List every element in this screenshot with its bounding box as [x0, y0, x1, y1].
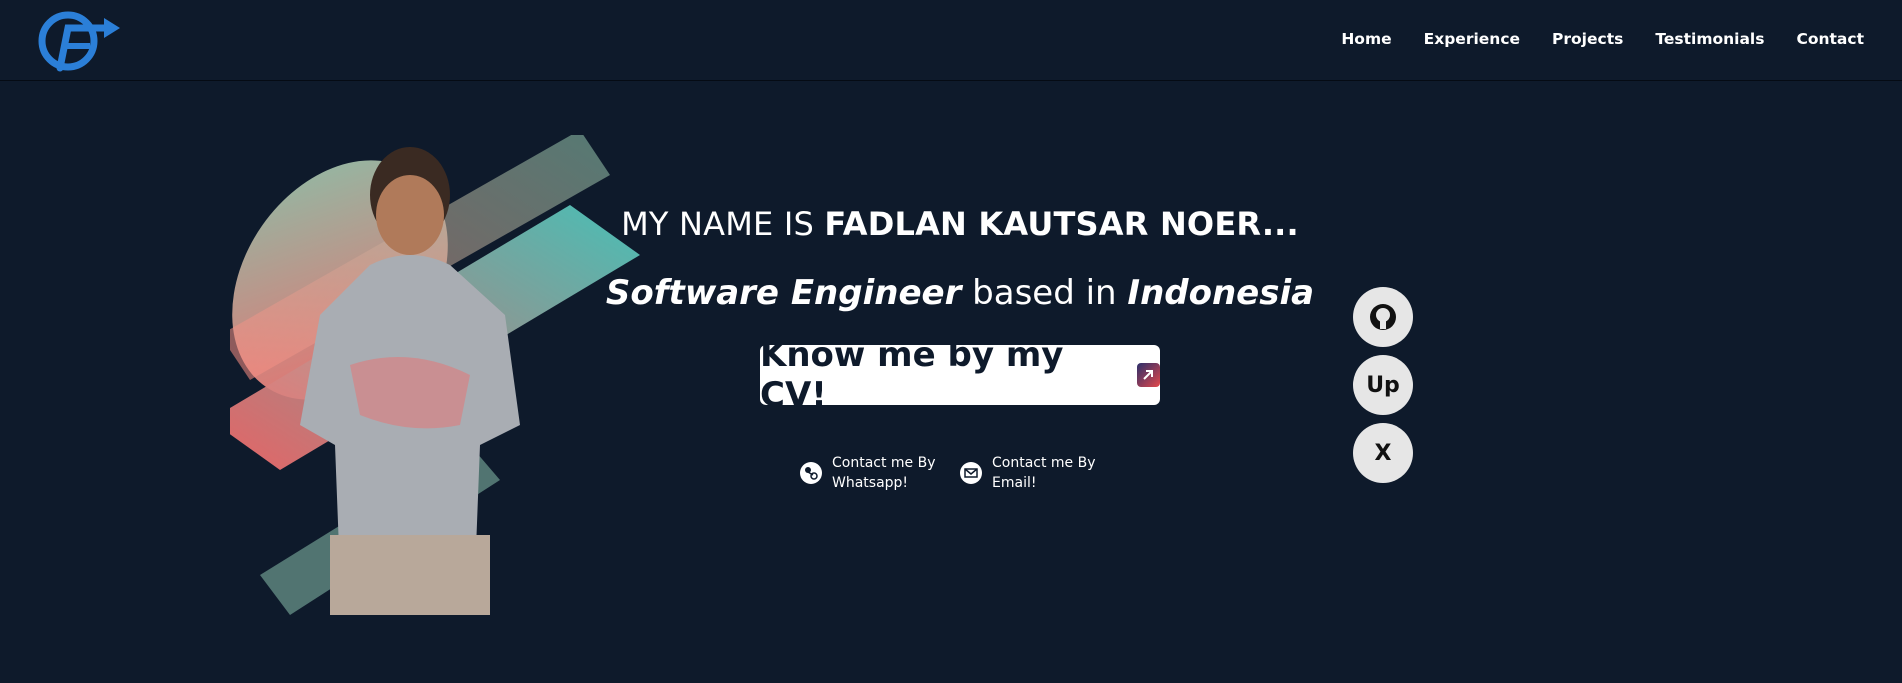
upwork-button[interactable]: Up: [1353, 355, 1413, 415]
nav-contact[interactable]: Contact: [1796, 30, 1864, 48]
nav-home[interactable]: Home: [1341, 30, 1391, 48]
top-navbar: Home Experience Projects Testimonials Co…: [0, 0, 1902, 81]
hero-subtitle-mid: based in: [961, 273, 1128, 313]
email-icon: [960, 462, 982, 484]
contact-whatsapp-text: Contact me By Whatsapp!: [832, 453, 936, 493]
hero-subtitle: Software Engineer based in Indonesia: [520, 273, 1400, 313]
main-nav: Home Experience Projects Testimonials Co…: [1341, 30, 1864, 48]
whatsapp-icon: [800, 462, 822, 484]
brand-logo-icon[interactable]: [38, 8, 122, 74]
hero-subtitle-role: Software Engineer: [605, 273, 962, 313]
nav-projects[interactable]: Projects: [1552, 30, 1623, 48]
contact-whatsapp-line2: Whatsapp!: [832, 475, 909, 491]
hero-title: MY NAME IS FADLAN KAUTSAR NOER...: [520, 205, 1400, 243]
nav-experience[interactable]: Experience: [1424, 30, 1520, 48]
hero-title-name: FADLAN KAUTSAR NOER...: [824, 205, 1299, 243]
upwork-icon: Up: [1366, 372, 1400, 398]
nav-testimonials[interactable]: Testimonials: [1655, 30, 1764, 48]
contact-email-line1: Contact me By: [992, 455, 1096, 471]
hero-title-prefix: MY NAME IS: [621, 205, 825, 243]
x-button[interactable]: X: [1353, 423, 1413, 483]
contact-email-text: Contact me By Email!: [992, 453, 1096, 493]
cv-button-label: Know me by my CV!: [760, 335, 1064, 415]
hero-section: MY NAME IS FADLAN KAUTSAR NOER... Softwa…: [0, 80, 1902, 683]
contact-whatsapp-link[interactable]: Contact me By Whatsapp!: [800, 453, 936, 493]
github-icon: [1370, 304, 1396, 330]
x-icon: X: [1374, 440, 1392, 466]
contact-whatsapp-line1: Contact me By: [832, 455, 936, 471]
cv-button[interactable]: Know me by my CV!: [760, 335, 1160, 415]
external-link-icon: [1136, 363, 1160, 387]
contact-email-line2: Email!: [992, 475, 1037, 491]
contact-email-link[interactable]: Contact me By Email!: [960, 453, 1096, 493]
hero-subtitle-place: Indonesia: [1127, 273, 1315, 313]
github-button[interactable]: [1353, 287, 1413, 347]
